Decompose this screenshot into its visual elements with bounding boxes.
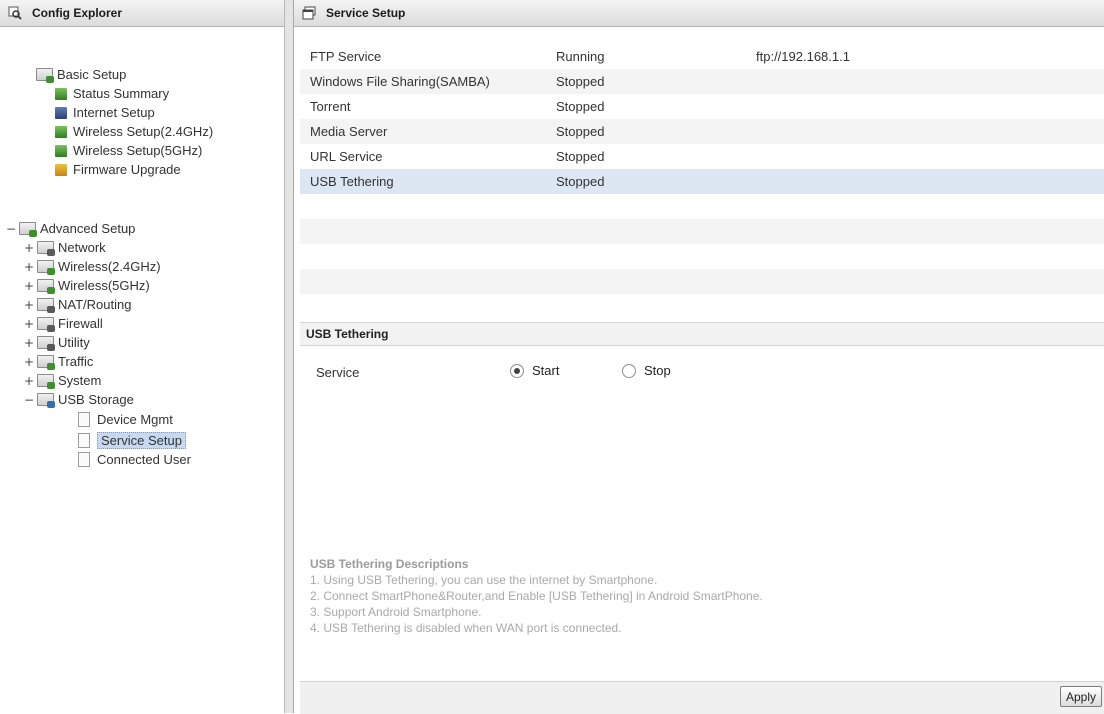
wireless-folder-icon <box>37 260 55 275</box>
collapse-toggle[interactable]: − <box>24 393 34 407</box>
tree-basic-setup-label: Basic Setup <box>57 67 127 82</box>
firewall-folder-icon <box>37 317 55 332</box>
tree-wireless-setup-24[interactable]: Wireless Setup(2.4GHz) <box>55 124 213 139</box>
tree-wireless-setup-5[interactable]: Wireless Setup(5GHz) <box>55 143 202 158</box>
expand-toggle[interactable]: + <box>24 355 34 369</box>
tree-wireless-5[interactable]: + Wireless(5GHz) <box>24 278 150 294</box>
network-folder-icon <box>37 241 55 256</box>
tree-connected-user[interactable]: Connected User <box>78 452 191 467</box>
tree-nat-routing[interactable]: + NAT/Routing <box>24 297 131 313</box>
service-row-ftp[interactable]: FTP Service Running ftp://192.168.1.1 <box>300 44 1104 69</box>
globe-icon <box>55 106 67 119</box>
folder-icon <box>36 68 54 83</box>
tree-utility[interactable]: + Utility <box>24 335 90 351</box>
tree-wireless-24[interactable]: + Wireless(2.4GHz) <box>24 259 161 275</box>
page-icon <box>78 412 90 427</box>
wireless-folder-icon <box>37 279 55 294</box>
service-row-usb-tethering[interactable]: USB Tethering Stopped <box>300 169 1104 194</box>
footer-bar: Apply <box>300 681 1104 714</box>
description-line: 2. Connect SmartPhone&Router,and Enable … <box>310 589 763 603</box>
search-icon <box>8 6 22 20</box>
firmware-icon <box>55 163 67 176</box>
stop-option[interactable]: Stop <box>622 363 671 378</box>
tree-usb-storage[interactable]: − USB Storage <box>24 392 134 408</box>
expand-toggle[interactable]: + <box>24 317 34 331</box>
empty-row <box>300 219 1104 244</box>
tree-network[interactable]: + Network <box>24 240 106 256</box>
tree-advanced-setup[interactable]: − Advanced Setup <box>6 221 135 237</box>
start-radio[interactable] <box>510 363 524 378</box>
page-icon <box>78 452 90 467</box>
collapse-toggle[interactable]: − <box>6 222 16 236</box>
start-option[interactable]: Start <box>510 363 559 378</box>
expand-toggle[interactable]: + <box>24 260 34 274</box>
system-folder-icon <box>37 374 55 389</box>
service-label: Service <box>316 365 360 380</box>
tree-system[interactable]: + System <box>24 373 101 389</box>
tree-device-mgmt[interactable]: Device Mgmt <box>78 412 173 427</box>
service-setup-title: Service Setup <box>326 6 406 20</box>
service-setup-header: Service Setup <box>294 0 1104 27</box>
expand-toggle[interactable]: + <box>24 336 34 350</box>
config-explorer-panel: Config Explorer Basic Setup Status Summa… <box>0 0 285 713</box>
service-row-torrent[interactable]: Torrent Stopped <box>300 94 1104 119</box>
utility-folder-icon <box>37 336 55 351</box>
tree-traffic[interactable]: + Traffic <box>24 354 93 370</box>
apply-button[interactable]: Apply <box>1059 686 1102 707</box>
traffic-folder-icon <box>37 355 55 370</box>
description-line: 3. Support Android Smartphone. <box>310 605 482 619</box>
empty-row <box>300 269 1104 294</box>
expand-toggle[interactable]: + <box>24 374 34 388</box>
tree-firmware-upgrade[interactable]: Firmware Upgrade <box>55 162 181 177</box>
config-explorer-header: Config Explorer <box>0 0 284 27</box>
folder-icon <box>19 222 37 237</box>
stop-radio[interactable] <box>622 363 636 378</box>
usb-tethering-section-title: USB Tethering <box>300 322 1104 346</box>
tree-internet-setup[interactable]: Internet Setup <box>55 105 155 120</box>
service-row-media-server[interactable]: Media Server Stopped <box>300 119 1104 144</box>
routing-folder-icon <box>37 298 55 313</box>
window-icon <box>302 6 316 20</box>
panel-splitter[interactable] <box>285 0 294 713</box>
description-line: 1. Using USB Tethering, you can use the … <box>310 573 658 587</box>
service-row-samba[interactable]: Windows File Sharing(SAMBA) Stopped <box>300 69 1104 94</box>
usb-folder-icon <box>37 393 55 408</box>
service-setup-panel: Service Setup FTP Service Running ftp://… <box>294 0 1104 714</box>
page-icon <box>78 433 90 448</box>
chart-icon <box>55 87 67 100</box>
description-line: 4. USB Tethering is disabled when WAN po… <box>310 621 622 635</box>
description-title: USB Tethering Descriptions <box>310 557 469 571</box>
wireless-icon <box>55 144 67 157</box>
tree-firewall[interactable]: + Firewall <box>24 316 103 332</box>
expand-toggle[interactable]: + <box>24 298 34 312</box>
wireless-icon <box>55 125 67 138</box>
tree-basic-setup[interactable]: Basic Setup <box>36 67 127 83</box>
expand-toggle[interactable]: + <box>24 241 34 255</box>
tree-service-setup[interactable]: Service Setup <box>78 432 186 449</box>
service-row-url[interactable]: URL Service Stopped <box>300 144 1104 169</box>
expand-toggle[interactable]: + <box>24 279 34 293</box>
config-explorer-title: Config Explorer <box>32 6 123 20</box>
tree-status-summary[interactable]: Status Summary <box>55 86 169 101</box>
